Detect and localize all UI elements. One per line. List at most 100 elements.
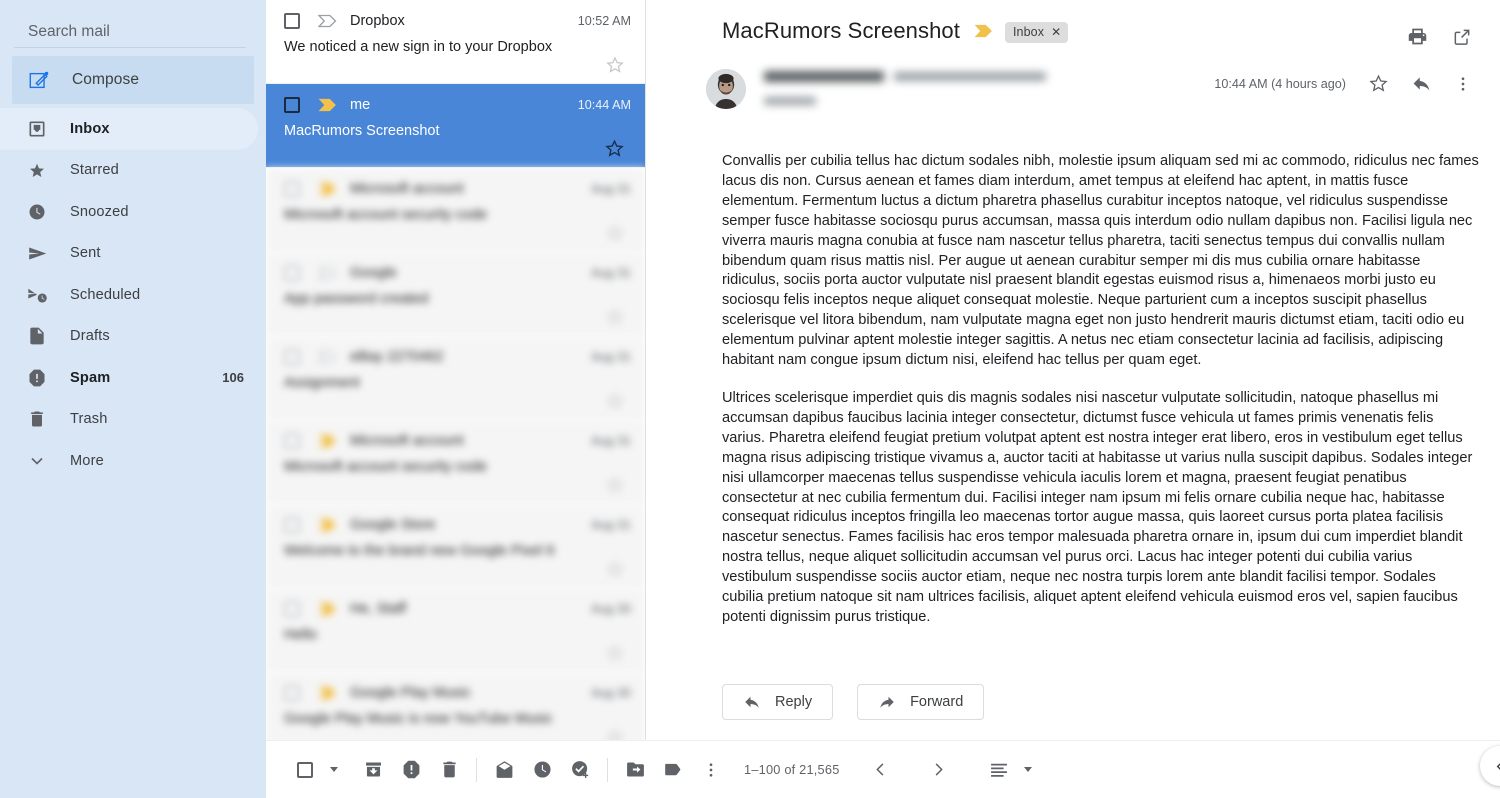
star-icon[interactable] <box>1368 73 1389 94</box>
mark-unread-icon <box>496 761 512 778</box>
recipient-line[interactable] <box>764 92 1214 110</box>
chevron-left-icon <box>1496 762 1500 770</box>
important-marker-icon[interactable] <box>318 182 338 196</box>
important-marker-icon[interactable] <box>318 518 338 532</box>
sidebar-label: Starred <box>70 162 119 179</box>
more-vert-icon[interactable] <box>1454 75 1472 93</box>
page-title: MacRumors Screenshot Inbox ✕ <box>722 18 1069 44</box>
row-checkbox[interactable] <box>284 265 300 281</box>
sidebar-item-sent[interactable]: Sent <box>0 233 258 275</box>
mail-list[interactable]: Dropbox 10:52 AM We noticed a new sign i… <box>266 0 645 740</box>
sender-identity <box>764 71 1214 82</box>
archive-icon <box>365 762 381 777</box>
important-marker-icon[interactable] <box>318 686 338 700</box>
input-tools-button[interactable] <box>980 751 1018 789</box>
delete-button[interactable] <box>430 751 468 789</box>
row-checkbox[interactable] <box>284 97 300 113</box>
row-star-icon[interactable] <box>605 475 625 495</box>
label-chip-inbox[interactable]: Inbox ✕ <box>1004 21 1069 43</box>
mail-list-item[interactable]: Microsoft account Aug 31 Microsoft accou… <box>266 168 645 252</box>
sidebar-item-starred[interactable]: Starred <box>0 150 258 192</box>
row-checkbox[interactable] <box>284 13 300 29</box>
close-icon[interactable]: ✕ <box>1051 25 1061 39</box>
open-in-new-icon[interactable] <box>1452 27 1472 47</box>
mail-list-item[interactable]: Google Aug 31 App password created <box>266 252 645 336</box>
row-checkbox[interactable] <box>284 433 300 449</box>
mail-list-item[interactable]: Google Store Aug 31 Welcome to the brand… <box>266 504 645 588</box>
reply-button[interactable]: Reply <box>722 683 834 720</box>
avatar[interactable] <box>706 69 746 109</box>
mail-list-item[interactable]: Google Play Music Aug 30 Google Play Mus… <box>266 672 645 740</box>
reply-icon[interactable] <box>1411 73 1432 94</box>
compose-label: Compose <box>72 71 140 88</box>
move-to-button[interactable] <box>616 751 654 789</box>
row-time: Aug 31 <box>591 350 631 364</box>
report-spam-button[interactable] <box>392 751 430 789</box>
mark-unread-button[interactable] <box>485 751 523 789</box>
sidebar-item-scheduled[interactable]: Scheduled <box>0 274 258 316</box>
forward-button[interactable]: Forward <box>857 683 985 720</box>
row-star-icon[interactable] <box>605 391 625 411</box>
header-actions <box>1407 18 1472 47</box>
row-star-icon[interactable] <box>605 559 625 579</box>
sidebar-item-inbox[interactable]: Inbox <box>0 108 258 150</box>
mail-list-item[interactable]: He, Staff Aug 30 Hello <box>266 588 645 672</box>
important-marker-icon[interactable] <box>974 24 993 38</box>
important-marker-icon[interactable] <box>318 602 338 616</box>
report-spam-icon <box>403 760 419 779</box>
newer-page-button[interactable] <box>862 751 900 789</box>
toolbar-divider <box>476 757 477 782</box>
row-checkbox[interactable] <box>284 517 300 533</box>
print-icon[interactable] <box>1407 26 1428 47</box>
row-checkbox[interactable] <box>284 349 300 365</box>
row-checkbox[interactable] <box>284 685 300 701</box>
row-star-icon[interactable] <box>605 727 625 740</box>
row-subject: Google Play Music is now YouTube Music <box>284 711 553 727</box>
row-star-icon[interactable] <box>605 55 625 75</box>
row-star-icon[interactable] <box>604 138 625 159</box>
sidebar-item-spam[interactable]: Spam 106 <box>0 357 258 399</box>
mail-list-item[interactable]: eBay 2270462 Aug 31 Assignment <box>266 336 645 420</box>
body-paragraph: Convallis per cubilia tellus hac dictum … <box>722 153 1479 369</box>
older-page-button[interactable] <box>920 751 958 789</box>
sidebar-item-more[interactable]: More <box>0 440 258 482</box>
compose-button[interactable]: Compose <box>12 56 254 104</box>
sidebar-label: Inbox <box>70 120 110 137</box>
mail-list-item[interactable]: Dropbox 10:52 AM We noticed a new sign i… <box>266 0 645 84</box>
row-time: Aug 30 <box>591 602 631 616</box>
message-header: MacRumors Screenshot Inbox ✕ <box>646 0 1500 47</box>
snooze-button[interactable] <box>523 751 561 789</box>
important-marker-outline-icon[interactable] <box>318 350 338 364</box>
labels-button[interactable] <box>654 751 692 789</box>
important-marker-outline-icon[interactable] <box>318 266 338 280</box>
chevron-right-icon <box>935 763 943 776</box>
mail-list-column: Dropbox 10:52 AM We noticed a new sign i… <box>266 0 646 798</box>
row-star-icon[interactable] <box>605 643 625 663</box>
sidebar-item-drafts[interactable]: Drafts <box>0 316 258 358</box>
archive-button[interactable] <box>354 751 392 789</box>
important-marker-icon[interactable] <box>318 98 338 112</box>
search-input[interactable] <box>14 23 246 48</box>
row-star-icon[interactable] <box>605 223 625 243</box>
row-checkbox[interactable] <box>284 181 300 197</box>
select-all-checkbox[interactable] <box>286 751 324 789</box>
row-checkbox[interactable] <box>284 601 300 617</box>
toolbar-more-button[interactable] <box>692 751 730 789</box>
search-bar <box>0 0 266 48</box>
add-to-tasks-icon <box>571 761 588 778</box>
important-marker-outline-icon[interactable] <box>318 14 338 28</box>
mail-list-item[interactable]: Microsoft account Aug 31 Microsoft accou… <box>266 420 645 504</box>
mail-list-item-selected[interactable]: me 10:44 AM MacRumors Screenshot <box>266 84 645 168</box>
row-star-icon[interactable] <box>605 307 625 327</box>
row-sender: Google <box>350 265 397 281</box>
row-sender: He, Staff <box>350 601 407 617</box>
select-dropdown-caret-icon[interactable] <box>330 767 338 772</box>
row-time: Aug 31 <box>591 182 631 196</box>
star-icon <box>26 159 48 181</box>
important-marker-icon[interactable] <box>318 434 338 448</box>
add-to-tasks-button[interactable] <box>561 751 599 789</box>
input-tools-caret-icon[interactable] <box>1023 767 1032 772</box>
row-sender: Google Store <box>350 517 436 533</box>
sidebar-item-trash[interactable]: Trash <box>0 399 258 441</box>
sidebar-item-snoozed[interactable]: Snoozed <box>0 191 258 233</box>
